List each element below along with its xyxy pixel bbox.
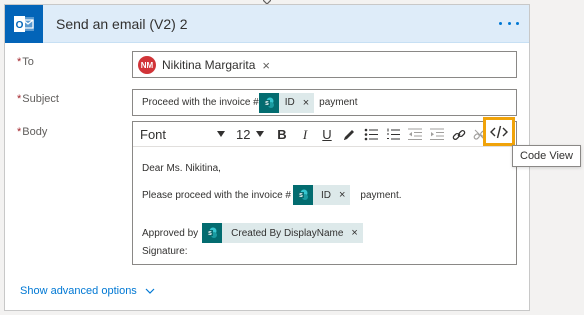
subject-field[interactable]: Proceed with the invoice # S ID × paymen… xyxy=(132,89,517,116)
numbered-list-button[interactable] xyxy=(384,125,402,144)
sharepoint-icon: S xyxy=(258,92,279,113)
remove-token-icon[interactable]: × xyxy=(303,97,309,109)
action-header[interactable]: O Send an email (V2) 2 xyxy=(5,4,529,43)
action-title[interactable]: Send an email (V2) 2 xyxy=(56,16,188,32)
outdent-icon xyxy=(408,128,422,140)
avatar: NM xyxy=(138,56,156,74)
send-email-action-card: O Send an email (V2) 2 *To NM Nikitina M… xyxy=(4,4,530,311)
required-mark: * xyxy=(17,126,22,138)
recipient-name: Nikitina Margarita xyxy=(162,58,256,72)
recipient-token[interactable]: NM Nikitina Margarita × xyxy=(138,56,270,74)
svg-text:S: S xyxy=(299,193,303,199)
dot-icon xyxy=(507,21,511,25)
font-size-select[interactable]: 12 xyxy=(236,127,264,142)
subject-prefix-text: Proceed with the invoice # xyxy=(142,97,259,108)
body-line-approved: Approved by S Created By DisplayName × xyxy=(142,222,363,244)
chevron-down-icon xyxy=(145,288,155,294)
numbered-list-icon xyxy=(387,128,400,140)
chevron-down-icon xyxy=(217,131,225,137)
to-field[interactable]: NM Nikitina Margarita × xyxy=(132,51,517,78)
remove-token-icon[interactable]: × xyxy=(351,227,357,239)
bulleted-list-button[interactable] xyxy=(362,125,380,144)
increase-indent-button[interactable] xyxy=(428,125,446,144)
pen-icon xyxy=(344,129,354,140)
code-view-tooltip: Code View xyxy=(512,145,581,167)
dot-icon xyxy=(499,21,502,25)
outlook-icon: O xyxy=(5,4,43,43)
underline-button[interactable]: U xyxy=(318,125,336,144)
required-mark: * xyxy=(17,93,22,105)
code-icon xyxy=(490,125,508,138)
body-line-invoice: Please proceed with the invoice # S ID ×… xyxy=(142,184,402,206)
link-icon xyxy=(452,129,466,140)
chevron-down-icon xyxy=(256,131,264,137)
svg-text:O: O xyxy=(16,20,24,31)
dot-icon xyxy=(516,21,519,25)
code-view-button[interactable] xyxy=(483,117,515,146)
bold-button[interactable]: B xyxy=(273,125,291,144)
token-label: ID xyxy=(284,97,295,108)
body-line-greeting: Dear Ms. Nikitina, xyxy=(142,163,221,174)
body-line-signature: Signature: xyxy=(142,246,188,257)
subject-label: *Subject xyxy=(17,93,59,105)
id-dynamic-token[interactable]: S ID × xyxy=(292,185,351,205)
indent-icon xyxy=(430,128,444,140)
font-color-button[interactable] xyxy=(340,125,358,144)
id-dynamic-token[interactable]: S ID × xyxy=(258,92,315,113)
to-label: *To xyxy=(17,56,34,68)
required-mark: * xyxy=(17,56,22,68)
sharepoint-icon: S xyxy=(292,185,313,205)
rich-text-toolbar: Font 12 B I U xyxy=(133,122,516,147)
body-label: *Body xyxy=(17,126,48,138)
remove-recipient-icon[interactable]: × xyxy=(262,59,270,72)
created-by-dynamic-token[interactable]: S Created By DisplayName × xyxy=(202,223,363,243)
bullet-list-icon xyxy=(364,128,378,141)
remove-token-icon[interactable]: × xyxy=(339,189,345,201)
token-label: ID xyxy=(320,189,331,201)
italic-button[interactable]: I xyxy=(296,125,314,144)
insert-link-button[interactable] xyxy=(450,125,468,144)
font-family-select[interactable]: Font xyxy=(140,127,225,142)
svg-text:S: S xyxy=(208,231,212,237)
decrease-indent-button[interactable] xyxy=(406,125,424,144)
svg-text:S: S xyxy=(265,101,269,107)
more-options-button[interactable] xyxy=(499,15,519,31)
token-label: Created By DisplayName xyxy=(231,227,344,239)
body-editor[interactable]: Font 12 B I U Dear Ms. Nikitina, Please … xyxy=(132,121,517,265)
show-advanced-options-link[interactable]: Show advanced options xyxy=(20,285,155,297)
subject-suffix-text: payment xyxy=(319,97,358,108)
sharepoint-icon: S xyxy=(202,223,223,243)
